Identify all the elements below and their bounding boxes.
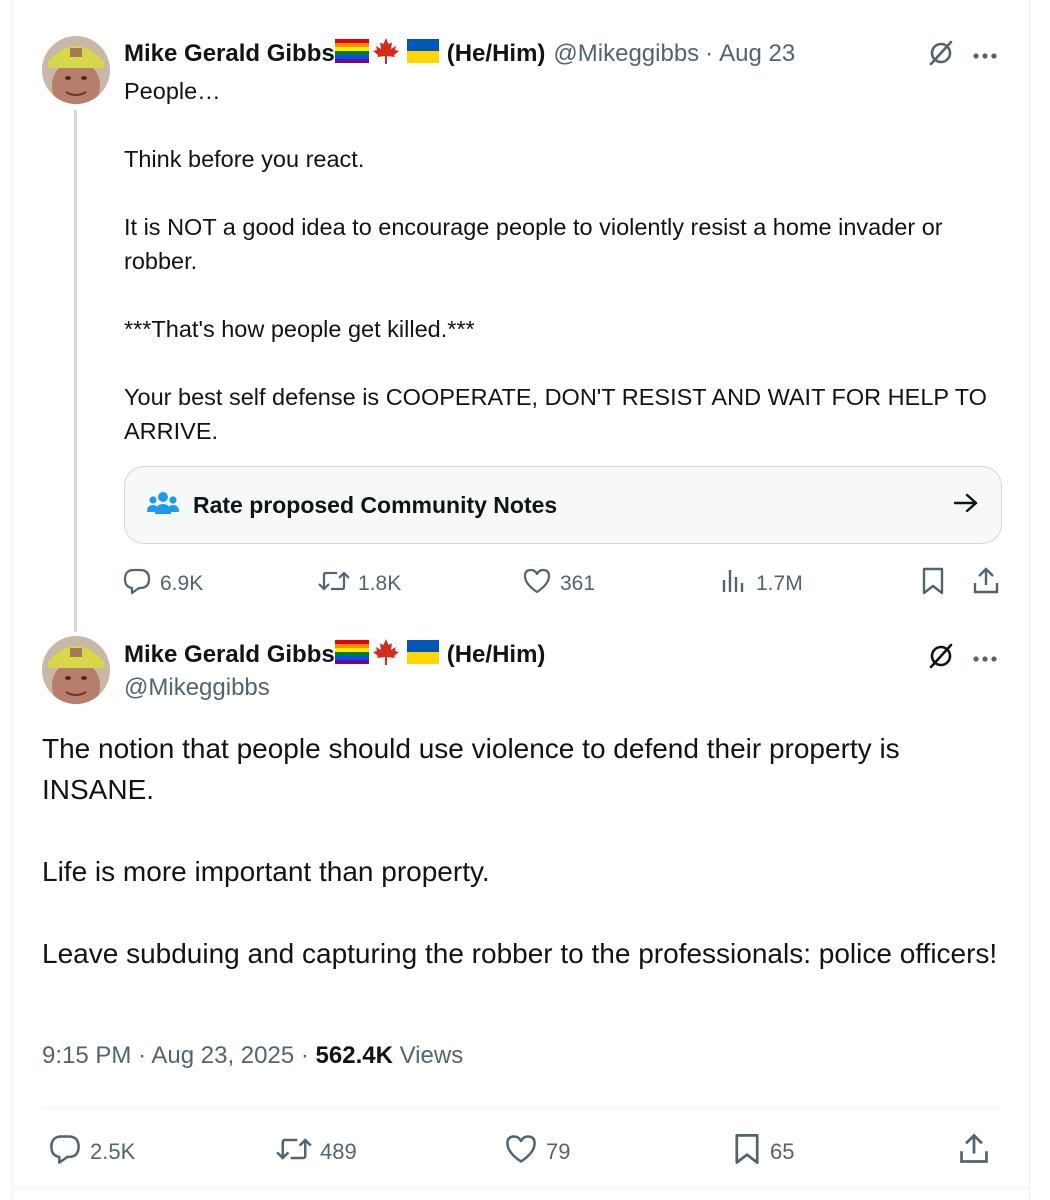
tweet-line: Think before you react. bbox=[124, 146, 365, 172]
tweet-line: People… bbox=[124, 78, 221, 104]
reply-count: 6.9K bbox=[160, 572, 204, 595]
reply-button[interactable]: 2.5K bbox=[48, 1132, 135, 1172]
divider bbox=[12, 1188, 1030, 1189]
rainbow-flag-icon bbox=[334, 639, 369, 671]
ukraine-flag-icon bbox=[406, 38, 439, 70]
like-icon bbox=[522, 566, 552, 602]
rainbow-flag-icon bbox=[334, 38, 369, 70]
repost-count: 489 bbox=[320, 1139, 357, 1164]
bookmark-icon bbox=[732, 1132, 762, 1172]
bookmark-button[interactable] bbox=[920, 566, 946, 602]
tweet-paragraph: The notion that people should use violen… bbox=[42, 733, 900, 805]
ukraine-flag-icon bbox=[406, 639, 439, 671]
bookmark-count: 65 bbox=[770, 1139, 795, 1164]
tweet1-actions: 6.9K 1.8K 361 1.7M bbox=[122, 562, 1006, 602]
separator: · bbox=[300, 1042, 316, 1069]
separator: · bbox=[138, 1042, 152, 1069]
more-icon[interactable] bbox=[972, 650, 998, 668]
separator: · bbox=[705, 40, 714, 67]
pronouns: (He/Him) bbox=[446, 641, 546, 668]
maple-leaf-icon bbox=[371, 637, 401, 674]
repost-icon bbox=[318, 566, 350, 602]
repost-button[interactable]: 1.8K bbox=[318, 566, 401, 602]
tweet1-text: People… Think before you react. It is NO… bbox=[124, 74, 1014, 448]
maple-leaf-icon bbox=[371, 36, 401, 73]
reply-icon bbox=[48, 1132, 82, 1172]
like-button[interactable]: 361 bbox=[522, 566, 595, 602]
tweet-paragraph: Leave subduing and capturing the robber … bbox=[42, 938, 998, 969]
tweet2-actions: 2.5K 489 79 65 bbox=[42, 1128, 1002, 1172]
thread-line bbox=[74, 110, 77, 632]
bookmark-icon bbox=[920, 566, 946, 602]
divider bbox=[42, 1108, 1002, 1109]
share-button[interactable] bbox=[958, 1132, 990, 1172]
repost-button[interactable]: 489 bbox=[276, 1132, 357, 1172]
tweet2-header: Mike Gerald Gibbs (He/Him) @Mikeggibbs bbox=[124, 638, 545, 702]
grok-icon[interactable] bbox=[926, 641, 956, 676]
share-icon bbox=[972, 566, 1000, 602]
avatar[interactable] bbox=[42, 36, 110, 104]
tweet-date[interactable]: Aug 23, 2025 bbox=[151, 1042, 294, 1069]
avatar[interactable] bbox=[42, 636, 110, 704]
community-notes-icon bbox=[147, 490, 179, 521]
community-notes-button[interactable]: Rate proposed Community Notes bbox=[124, 466, 1002, 544]
author-name-row: Mike Gerald Gibbs (He/Him) bbox=[124, 638, 545, 672]
tweet-line: Your best self defense is COOPERATE, DON… bbox=[124, 384, 987, 444]
author-name[interactable]: Mike Gerald Gibbs bbox=[124, 641, 335, 669]
repost-icon bbox=[276, 1132, 312, 1172]
tweet-line: It is NOT a good idea to encourage peopl… bbox=[124, 214, 943, 274]
author-handle[interactable]: @Mikeggibbs bbox=[124, 674, 545, 702]
author-handle[interactable]: @Mikeggibbs bbox=[553, 40, 699, 68]
reply-button[interactable]: 6.9K bbox=[122, 566, 203, 602]
tweet-paragraph: Life is more important than property. bbox=[42, 856, 490, 887]
author-name[interactable]: Mike Gerald Gibbs bbox=[124, 40, 335, 68]
like-count: 361 bbox=[560, 572, 596, 595]
views-button[interactable]: 1.7M bbox=[720, 566, 803, 602]
more-icon[interactable] bbox=[972, 47, 998, 65]
tweet-date[interactable]: Aug 23 bbox=[719, 40, 795, 68]
arrow-right-icon bbox=[953, 492, 979, 519]
community-notes-label: Rate proposed Community Notes bbox=[193, 491, 558, 518]
tweet2-header-icons bbox=[926, 641, 998, 676]
share-icon bbox=[958, 1132, 990, 1172]
reply-count: 2.5K bbox=[90, 1139, 136, 1164]
tweet-line: ***That's how people get killed.*** bbox=[124, 316, 475, 342]
like-button[interactable]: 79 bbox=[504, 1132, 570, 1172]
tweet1-header-icons bbox=[926, 38, 998, 73]
views-count: 1.7M bbox=[756, 572, 803, 595]
like-count: 79 bbox=[546, 1139, 571, 1164]
tweet2-text: The notion that people should use violen… bbox=[42, 728, 1002, 974]
grok-icon[interactable] bbox=[926, 38, 956, 73]
bookmark-button[interactable]: 65 bbox=[732, 1132, 794, 1172]
views-icon bbox=[720, 566, 748, 602]
repost-count: 1.8K bbox=[358, 572, 402, 595]
tweet-timestamp: 9:15 PM · Aug 23, 2025 · 562.4K Views bbox=[42, 1042, 463, 1070]
tweet1-header: Mike Gerald Gibbs (He/Him) @Mikeggibbs ·… bbox=[124, 36, 795, 73]
views-count: 562.4K bbox=[315, 1042, 393, 1069]
views-label: Views bbox=[399, 1042, 464, 1069]
share-button[interactable] bbox=[972, 566, 1000, 602]
like-icon bbox=[504, 1132, 538, 1172]
reply-icon bbox=[122, 566, 152, 602]
tweet-time[interactable]: 9:15 PM bbox=[42, 1042, 131, 1069]
pronouns: (He/Him) bbox=[446, 40, 546, 67]
